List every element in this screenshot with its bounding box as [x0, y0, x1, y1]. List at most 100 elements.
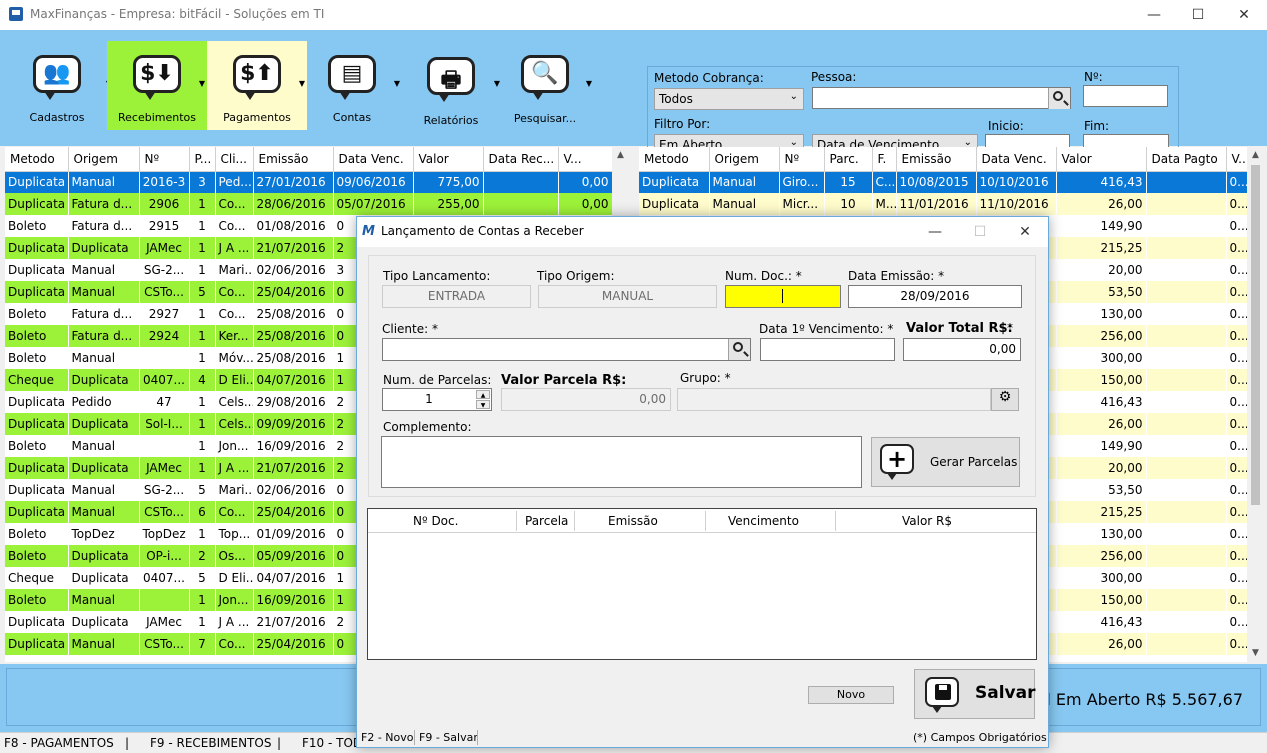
required-fields-note: (*) Campos Obrigatórios	[913, 731, 1047, 744]
valor-total-input[interactable]: 0,00	[903, 338, 1021, 361]
table-cell: 4	[189, 369, 216, 391]
table-cell: Duplicata	[5, 193, 69, 215]
table-cell: J A ...	[215, 457, 254, 479]
table-row[interactable]: Duplicata Manual 2016-3 3 Ped... 27/01/2016 09…	[5, 171, 613, 193]
column-header[interactable]: Parc.	[824, 147, 873, 172]
complemento-textarea[interactable]	[381, 436, 862, 488]
parcelas-table[interactable]: Nº Doc. Parcela Emissão Vencimento Valor…	[367, 508, 1037, 660]
column-header[interactable]: Origem	[709, 147, 780, 172]
scroll-up-icon[interactable]: ▲	[612, 147, 629, 164]
chevron-down-icon[interactable]: ▼	[394, 79, 400, 88]
table-row[interactable]: Duplicata Manual Giro... 15 C... 10/08/2015 10…	[639, 171, 1248, 193]
ribbon-recebimentos-button[interactable]: $⬇ Recebimentos ▼	[107, 41, 207, 130]
cliente-search-button[interactable]	[728, 339, 750, 360]
table-cell	[1146, 303, 1227, 325]
data-emissao-input[interactable]: 28/09/2016	[848, 285, 1022, 308]
column-header[interactable]: Valor	[413, 147, 484, 172]
column-header[interactable]: Cli...	[215, 147, 254, 172]
column-header[interactable]: Origem	[68, 147, 140, 172]
table-cell: Móv...	[215, 347, 254, 369]
right-grid-scrollbar[interactable]: ▲ ▼	[1247, 147, 1264, 662]
grupo-settings-button[interactable]: ⚙	[991, 388, 1019, 411]
cliente-input[interactable]	[382, 338, 751, 361]
column-header[interactable]: Data Rec...	[483, 147, 559, 172]
salvar-button[interactable]: Salvar	[914, 669, 1035, 719]
chevron-down-icon[interactable]: ▼	[494, 79, 500, 88]
minimize-button[interactable]: —	[1131, 0, 1177, 30]
column-header[interactable]: Valor	[1056, 147, 1147, 172]
pessoa-search-button[interactable]	[1048, 88, 1070, 109]
scroll-thumb[interactable]	[1251, 165, 1260, 505]
table-cell: 775,00	[413, 171, 484, 193]
table-cell: 0...	[1226, 259, 1248, 281]
table-cell: 02/06/2016	[253, 479, 334, 501]
ribbon-contas-button[interactable]: ▤ Contas ▼	[312, 41, 400, 130]
ribbon-cadastros-button[interactable]: 👥 Cadastros ▼	[14, 41, 112, 130]
column-header[interactable]: Data Pagto	[1146, 147, 1227, 172]
maximize-button[interactable]: ☐	[1175, 0, 1221, 30]
column-header[interactable]: Parcela	[525, 514, 568, 528]
table-cell: 255,00	[413, 193, 484, 215]
column-header[interactable]: Metodo	[639, 147, 710, 172]
scroll-up-icon[interactable]: ▲	[1247, 147, 1264, 164]
column-header[interactable]: Vencimento	[728, 514, 799, 528]
metodo-label: Metodo Cobrança:	[654, 71, 764, 85]
gerar-parcelas-button[interactable]: + Gerar Parcelas	[871, 437, 1020, 487]
money-in-icon: $⬇	[129, 51, 185, 101]
table-cell: Manual	[68, 633, 140, 655]
column-header[interactable]: Nº	[139, 147, 190, 172]
num-doc-input[interactable]	[725, 285, 841, 308]
scroll-down-icon[interactable]: ▼	[1247, 645, 1264, 662]
pessoa-input[interactable]	[812, 87, 1071, 109]
dialog-minimize-button[interactable]: —	[912, 217, 958, 247]
column-header[interactable]: Nº Doc.	[413, 514, 458, 528]
table-row[interactable]: Duplicata Fatura d... 2906 1 Co... 28/06/2016…	[5, 193, 613, 215]
ribbon-relatorios-button[interactable]: 🖶 Relatórios ▼	[410, 41, 500, 130]
table-cell: OP-i...	[139, 545, 190, 567]
column-header[interactable]: Metodo	[5, 147, 69, 172]
gear-icon: ⚙	[998, 389, 1012, 405]
table-cell: CSTo...	[139, 281, 190, 303]
data-vencimento-input[interactable]	[760, 338, 895, 361]
chevron-down-icon[interactable]: ▼	[199, 79, 205, 88]
table-cell: 300,00	[1056, 567, 1147, 589]
column-header[interactable]: Emissão	[896, 147, 977, 172]
column-header[interactable]: Emissão	[253, 147, 334, 172]
valor-parcela-label: Valor Parcela R$:	[501, 373, 627, 388]
metodo-select[interactable]: Todos ⌄	[654, 88, 804, 110]
table-cell: Duplicata	[639, 193, 710, 215]
num-parcelas-stepper[interactable]: 1 ▲ ▼	[382, 388, 492, 411]
table-cell: 0...	[1226, 193, 1248, 215]
column-header[interactable]: Valor R$	[902, 514, 952, 528]
table-cell: 0...	[1226, 347, 1248, 369]
table-cell: 0...	[1226, 413, 1248, 435]
column-header[interactable]: Data Venc.	[976, 147, 1057, 172]
column-header[interactable]: Nº	[779, 147, 825, 172]
ribbon-pagamentos-button[interactable]: $⬆ Pagamentos ▼	[207, 41, 307, 130]
data-vencimento-label: Data 1º Vencimento: *	[759, 322, 894, 336]
chevron-down-icon[interactable]: ▼	[299, 79, 305, 88]
table-cell: Boleto	[5, 303, 69, 325]
table-row[interactable]: Duplicata Manual Micr... 10 M... 11/01/2016 11…	[639, 193, 1248, 215]
numero-input[interactable]	[1083, 85, 1168, 107]
money-out-icon: $⬆	[229, 51, 285, 101]
table-cell: JAMec	[139, 611, 190, 633]
column-header[interactable]: V...	[1226, 147, 1248, 172]
table-cell: TopDez	[68, 523, 140, 545]
table-cell: Co...	[215, 281, 254, 303]
stepper-up-icon[interactable]: ▲	[476, 390, 490, 399]
column-header[interactable]: F.	[872, 147, 897, 172]
novo-button[interactable]: Novo	[808, 686, 894, 704]
dialog-close-button[interactable]: ✕	[1002, 217, 1048, 247]
column-header[interactable]: Emissão	[608, 514, 658, 528]
ribbon-pesquisar-button[interactable]: 🔍 Pesquisar... ▼	[506, 41, 592, 130]
table-cell: C...	[872, 171, 897, 193]
table-cell	[139, 347, 190, 369]
column-header[interactable]: Data Venc.	[333, 147, 414, 172]
stepper-down-icon[interactable]: ▼	[476, 400, 490, 409]
column-header[interactable]: V...	[558, 147, 613, 172]
table-cell: 2924	[139, 325, 190, 347]
close-button[interactable]: ✕	[1221, 0, 1267, 30]
column-header[interactable]: P...	[189, 147, 216, 172]
chevron-down-icon[interactable]: ▼	[586, 79, 592, 88]
